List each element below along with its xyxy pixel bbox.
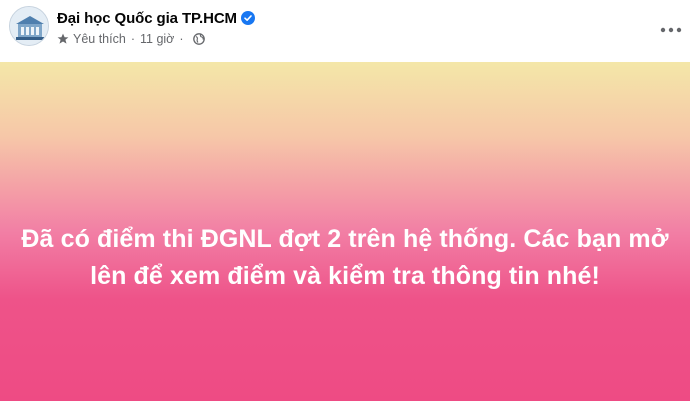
page-name-row: Đại học Quốc gia TP.HCM [57,8,255,28]
more-options-icon [660,27,682,33]
page-avatar[interactable] [9,6,49,46]
star-icon [57,33,69,45]
favorite-label[interactable]: Yêu thích [73,32,126,46]
post-time[interactable]: 11 giờ [140,32,174,46]
meta-separator: · [179,32,184,46]
meta-separator: · [130,32,135,46]
globe-icon[interactable] [192,33,205,45]
page-name[interactable]: Đại học Quốc gia TP.HCM [57,10,237,27]
verified-badge-icon [240,11,255,25]
post-message: Đã có điểm thi ĐGNL đợt 2 trên hệ thống.… [21,224,669,290]
post-header: Đại học Quốc gia TP.HCM Yêu thích · 11 g… [0,0,690,62]
post-meta: Yêu thích · 11 giờ · [57,31,205,47]
post-background: Đã có điểm thi ĐGNL đợt 2 trên hệ thống.… [0,62,690,401]
more-options-button[interactable] [658,20,684,40]
facebook-post: Đại học Quốc gia TP.HCM Yêu thích · 11 g… [0,0,690,401]
university-logo-icon [10,7,48,45]
